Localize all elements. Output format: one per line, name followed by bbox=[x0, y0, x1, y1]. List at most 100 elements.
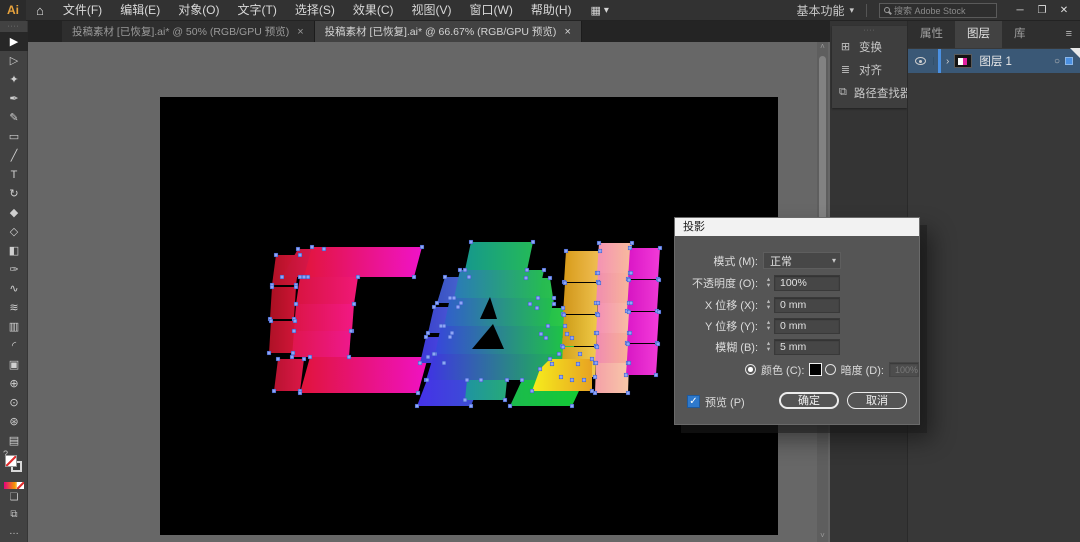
anchor-point[interactable] bbox=[654, 373, 658, 377]
anchor-point[interactable] bbox=[561, 306, 565, 310]
draw-mode-button[interactable]: ❏ bbox=[0, 489, 28, 506]
anchor-point[interactable] bbox=[294, 302, 298, 306]
anchor-point[interactable] bbox=[564, 249, 568, 253]
anchor-point[interactable] bbox=[548, 276, 552, 280]
blend-tool[interactable]: ∿ bbox=[0, 279, 28, 298]
screen-mode-button[interactable]: ⧉ bbox=[0, 506, 28, 523]
anchor-point[interactable] bbox=[544, 336, 548, 340]
close-button[interactable]: ✕ bbox=[1056, 5, 1072, 16]
anchor-point[interactable] bbox=[657, 278, 661, 282]
ji-pink-1[interactable] bbox=[597, 243, 632, 273]
gradient-tool[interactable]: ◧ bbox=[0, 241, 28, 260]
target-circle-icon[interactable]: ○ bbox=[1054, 56, 1060, 67]
ji-pink-5[interactable] bbox=[595, 363, 629, 393]
ji-gold-2[interactable] bbox=[563, 283, 599, 314]
menu-type[interactable]: 文字(T) bbox=[229, 0, 286, 21]
anchor-point[interactable] bbox=[443, 275, 447, 279]
anchor-point[interactable] bbox=[520, 378, 524, 382]
rectangle-tool[interactable]: ▭ bbox=[0, 127, 28, 146]
anchor-point[interactable] bbox=[582, 378, 586, 382]
darkness-radio[interactable] bbox=[825, 364, 836, 375]
anchor-point[interactable] bbox=[538, 367, 542, 371]
anchor-point[interactable] bbox=[595, 345, 599, 349]
anchor-point[interactable] bbox=[298, 253, 302, 257]
anchor-point[interactable] bbox=[416, 391, 420, 395]
visibility-cell[interactable] bbox=[908, 57, 934, 65]
anchor-point[interactable] bbox=[298, 275, 302, 279]
menu-effect[interactable]: 效果(C) bbox=[344, 0, 403, 21]
toolbar-drag-handle[interactable]: ∙∙∙∙ bbox=[0, 21, 27, 32]
shadow-color-swatch[interactable] bbox=[809, 363, 822, 376]
dock-item-pathfinder[interactable]: ⧉路径查找器 bbox=[832, 81, 907, 104]
anchor-point[interactable] bbox=[546, 324, 550, 328]
layer-row-selected[interactable]: › 图层 1 ○ bbox=[908, 49, 1080, 73]
anchor-point[interactable] bbox=[627, 278, 631, 282]
anchor-point[interactable] bbox=[296, 247, 300, 251]
anchor-point[interactable] bbox=[628, 331, 632, 335]
anchor-point[interactable] bbox=[657, 310, 661, 314]
c-top-bar[interactable] bbox=[304, 247, 422, 277]
pen-tool[interactable]: ✒ bbox=[0, 89, 28, 108]
anchor-point[interactable] bbox=[442, 361, 446, 365]
selection-color-chip[interactable] bbox=[1065, 57, 1073, 65]
anchor-point[interactable] bbox=[426, 355, 430, 359]
magic-wand-tool[interactable]: ✦ bbox=[0, 70, 28, 89]
menu-select[interactable]: 选择(S) bbox=[286, 0, 344, 21]
anchor-point[interactable] bbox=[594, 361, 598, 365]
anchor-point[interactable] bbox=[597, 281, 601, 285]
anchor-point[interactable] bbox=[448, 296, 452, 300]
anchor-point[interactable] bbox=[524, 276, 528, 280]
anchor-point[interactable] bbox=[570, 404, 574, 408]
blur-stepper[interactable]: ▴ ▾ bbox=[763, 341, 774, 353]
anchor-point[interactable] bbox=[629, 271, 633, 275]
anchor-point[interactable] bbox=[552, 296, 556, 300]
ji-mag-3[interactable] bbox=[627, 312, 659, 343]
anchor-point[interactable] bbox=[452, 296, 456, 300]
anchor-point[interactable] bbox=[479, 378, 483, 382]
anchor-point[interactable] bbox=[294, 285, 298, 289]
cancel-button[interactable]: 取消 bbox=[847, 392, 907, 409]
anchor-point[interactable] bbox=[530, 389, 534, 393]
anchor-point[interactable] bbox=[576, 362, 580, 366]
stepper-down-icon[interactable]: ▾ bbox=[767, 326, 770, 332]
anchor-point[interactable] bbox=[276, 357, 280, 361]
artboard-tool[interactable]: ▣ bbox=[0, 355, 28, 374]
anchor-point[interactable] bbox=[628, 246, 632, 250]
menu-object[interactable]: 对象(O) bbox=[169, 0, 228, 21]
anchor-point[interactable] bbox=[630, 241, 634, 245]
anchor-point[interactable] bbox=[418, 361, 422, 365]
curvature-tool[interactable]: ✎ bbox=[0, 108, 28, 127]
ji-pink-4[interactable] bbox=[595, 333, 630, 363]
anchor-point[interactable] bbox=[595, 331, 599, 335]
anchor-point[interactable] bbox=[308, 355, 312, 359]
anchor-point[interactable] bbox=[565, 332, 569, 336]
anchor-point[interactable] bbox=[432, 352, 436, 356]
close-icon[interactable]: × bbox=[564, 26, 570, 38]
zoom-tool[interactable]: ⊙ bbox=[0, 393, 28, 412]
anchor-point[interactable] bbox=[291, 351, 295, 355]
anchor-point[interactable] bbox=[425, 378, 429, 382]
anchor-point[interactable] bbox=[598, 249, 602, 253]
ok-button[interactable]: 确定 bbox=[779, 392, 839, 409]
x-offset-field[interactable]: 0 mm bbox=[774, 297, 840, 313]
fill-none-swatch[interactable] bbox=[5, 455, 17, 467]
home-icon[interactable]: ⌂ bbox=[26, 3, 54, 18]
dock-item-align[interactable]: ≣对齐 bbox=[832, 58, 907, 81]
stock-search-input[interactable]: 搜索 Adobe Stock bbox=[879, 3, 997, 18]
scroll-down-arrow[interactable]: ˅ bbox=[817, 531, 828, 542]
anchor-point[interactable] bbox=[322, 247, 326, 251]
anchor-point[interactable] bbox=[658, 246, 662, 250]
anchor-point[interactable] bbox=[562, 313, 566, 317]
anchor-point[interactable] bbox=[590, 389, 594, 393]
anchor-point[interactable] bbox=[539, 332, 543, 336]
layer-name[interactable]: 图层 1 bbox=[972, 53, 1054, 69]
tab-properties[interactable]: 属性 bbox=[908, 21, 955, 48]
anchor-point[interactable] bbox=[435, 301, 439, 305]
anchor-point[interactable] bbox=[536, 296, 540, 300]
anchor-point[interactable] bbox=[432, 305, 436, 309]
anchor-point[interactable] bbox=[459, 301, 463, 305]
anchor-point[interactable] bbox=[270, 285, 274, 289]
anchor-point[interactable] bbox=[280, 275, 284, 279]
paintbrush-tool[interactable]: ╱ bbox=[0, 146, 28, 165]
c-left-3[interactable] bbox=[269, 321, 295, 353]
